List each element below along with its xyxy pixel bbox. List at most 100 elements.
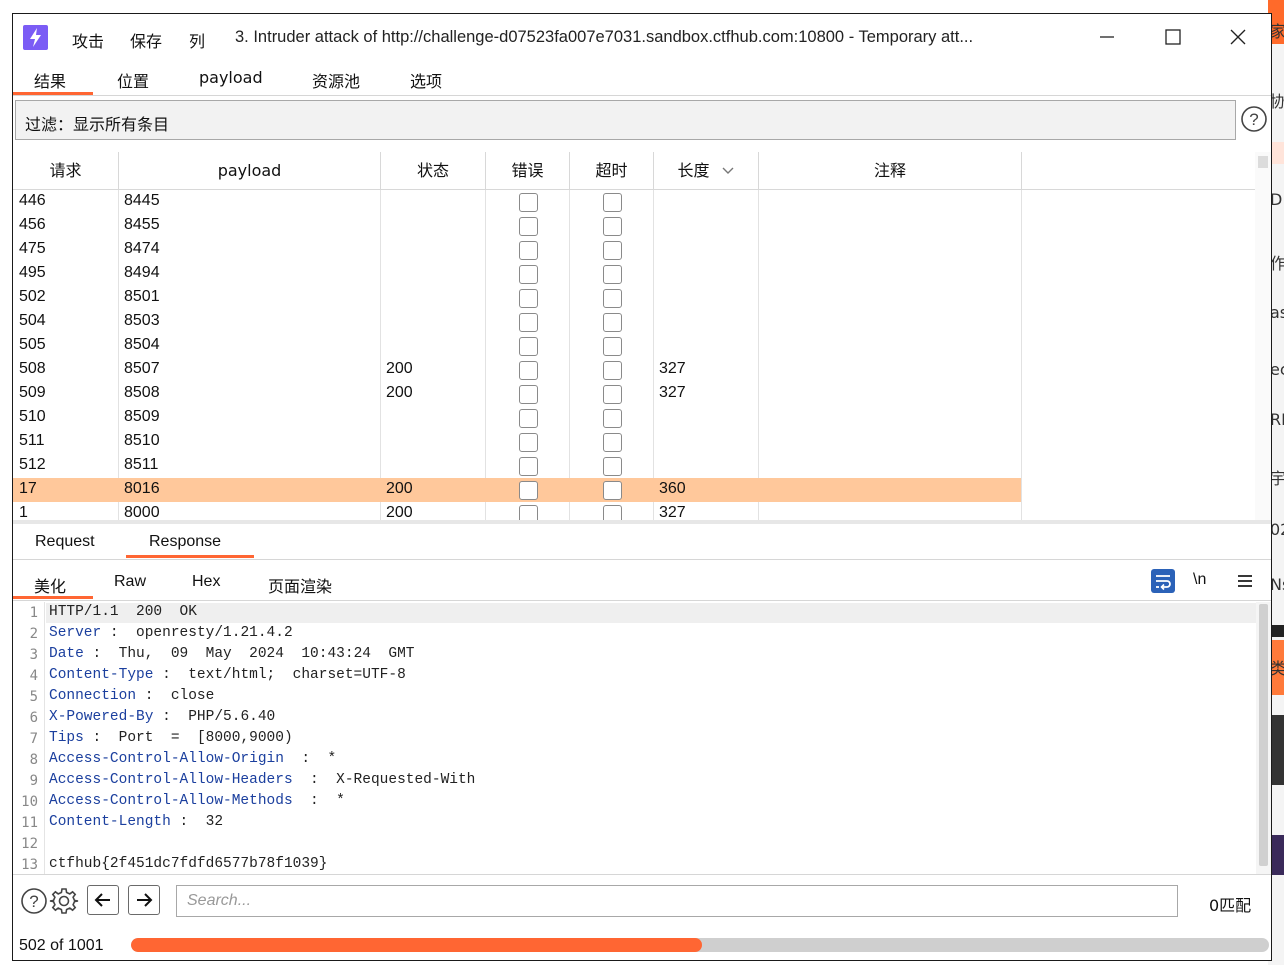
filter-bar[interactable]: 过滤：显示所有条目 <box>15 100 1236 140</box>
column-header-payload[interactable]: payload <box>119 152 381 190</box>
timeout-checkbox[interactable] <box>603 457 622 476</box>
line-number-gutter: 1 2 3 4 5 6 7 8 9 10 11 12 13 <box>13 602 45 874</box>
background-text: as <box>1270 303 1284 322</box>
error-checkbox[interactable] <box>519 289 538 308</box>
column-header-request[interactable]: 请求 <box>13 152 119 190</box>
table-scrollbar-thumb[interactable] <box>1258 156 1268 168</box>
table-scrollbar[interactable] <box>1255 152 1271 520</box>
error-checkbox[interactable] <box>519 457 538 476</box>
timeout-checkbox[interactable] <box>603 385 622 404</box>
column-header-length[interactable]: 长度 <box>654 152 759 190</box>
response-line: HTTP/1.1 200 OK <box>49 604 197 620</box>
word-wrap-button[interactable] <box>1151 569 1175 593</box>
previous-match-button[interactable] <box>87 885 119 915</box>
response-editor[interactable]: 1 2 3 4 5 6 7 8 9 10 11 12 13 HTTP/1.1 200 OK Server … <box>13 602 1271 874</box>
editor-scrollbar[interactable] <box>1256 602 1271 874</box>
tab-options[interactable]: 选项 <box>410 68 442 92</box>
tab-payload[interactable]: payload <box>199 68 263 87</box>
timeout-checkbox[interactable] <box>603 409 622 428</box>
header-separator: : <box>292 793 337 809</box>
tab-results[interactable]: 结果 <box>34 68 66 92</box>
background-text: 协 <box>1270 92 1284 111</box>
maximize-button[interactable] <box>1152 22 1192 52</box>
error-checkbox[interactable] <box>519 481 538 500</box>
timeout-checkbox[interactable] <box>603 337 622 356</box>
error-checkbox[interactable] <box>519 385 538 404</box>
cell-length: 327 <box>659 360 686 377</box>
timeout-checkbox[interactable] <box>603 217 622 236</box>
tab-raw[interactable]: Raw <box>114 573 146 591</box>
column-header-status[interactable]: 状态 <box>381 152 486 190</box>
help-button[interactable]: ? <box>19 886 49 916</box>
line-number: 1 <box>29 605 38 621</box>
table-row[interactable]: 502 8501 <box>13 286 1021 310</box>
tab-hex[interactable]: Hex <box>192 573 220 591</box>
error-checkbox[interactable] <box>519 217 538 236</box>
show-newlines-button[interactable]: \n <box>1193 571 1206 589</box>
tab-pretty[interactable]: 美化 <box>34 573 66 597</box>
tab-response[interactable]: Response <box>149 533 221 551</box>
help-button[interactable]: ? <box>1239 104 1269 134</box>
help-icon: ? <box>1241 106 1267 132</box>
settings-button[interactable] <box>49 886 79 916</box>
progress-bar-fill <box>131 938 702 952</box>
timeout-checkbox[interactable] <box>603 433 622 452</box>
error-checkbox[interactable] <box>519 193 538 212</box>
tab-render[interactable]: 页面渲染 <box>268 573 332 597</box>
column-header-comment[interactable]: 注释 <box>759 152 1022 190</box>
response-line: Connection : close <box>49 688 214 704</box>
editor-menu-button[interactable] <box>1235 571 1255 591</box>
error-checkbox[interactable] <box>519 409 538 428</box>
header-separator: : <box>292 772 337 788</box>
table-row[interactable]: 508 8507 200 327 <box>13 358 1021 382</box>
tab-positions[interactable]: 位置 <box>117 68 149 92</box>
error-checkbox[interactable] <box>519 241 538 260</box>
tab-request[interactable]: Request <box>35 533 95 551</box>
menu-attack[interactable]: 攻击 <box>72 28 104 52</box>
table-row[interactable]: 511 8510 <box>13 430 1021 454</box>
timeout-checkbox[interactable] <box>603 265 622 284</box>
minimize-button[interactable] <box>1086 22 1126 52</box>
error-checkbox[interactable] <box>519 313 538 332</box>
tab-resource-pool[interactable]: 资源池 <box>312 68 360 92</box>
table-row[interactable]: 456 8455 <box>13 214 1021 238</box>
table-row[interactable]: 17 8016 200 360 <box>13 478 1021 502</box>
help-icon: ? <box>21 888 47 914</box>
table-row[interactable]: 446 8445 <box>13 190 1021 214</box>
table-row[interactable]: 504 8503 <box>13 310 1021 334</box>
error-checkbox[interactable] <box>519 337 538 356</box>
timeout-checkbox[interactable] <box>603 241 622 260</box>
error-checkbox[interactable] <box>519 361 538 380</box>
table-row[interactable]: 495 8494 <box>13 262 1021 286</box>
error-checkbox[interactable] <box>519 433 538 452</box>
timeout-checkbox[interactable] <box>603 193 622 212</box>
table-row[interactable]: 475 8474 <box>13 238 1021 262</box>
cell-request: 505 <box>19 336 46 353</box>
table-row[interactable]: 505 8504 <box>13 334 1021 358</box>
search-input[interactable] <box>176 885 1178 917</box>
cell-payload: 8509 <box>124 408 160 425</box>
menu-save[interactable]: 保存 <box>130 28 162 52</box>
timeout-checkbox[interactable] <box>603 289 622 308</box>
table-row[interactable]: 510 8509 <box>13 406 1021 430</box>
timeout-checkbox[interactable] <box>603 313 622 332</box>
timeout-checkbox[interactable] <box>603 361 622 380</box>
timeout-checkbox[interactable] <box>603 481 622 500</box>
timeout-checkbox[interactable] <box>603 505 622 520</box>
editor-scrollbar-thumb[interactable] <box>1259 604 1268 866</box>
column-header-error[interactable]: 错误 <box>486 152 570 190</box>
table-row[interactable]: 512 8511 <box>13 454 1021 478</box>
cell-payload: 8507 <box>124 360 160 377</box>
line-number: 11 <box>21 815 38 831</box>
close-button[interactable] <box>1218 22 1258 52</box>
menu-columns[interactable]: 列 <box>189 28 205 52</box>
next-match-button[interactable] <box>128 885 160 915</box>
response-line: Access-Control-Allow-Origin : * <box>49 751 336 767</box>
table-row[interactable]: 509 8508 200 327 <box>13 382 1021 406</box>
column-header-timeout[interactable]: 超时 <box>570 152 654 190</box>
table-row[interactable]: 1 8000 200 327 <box>13 502 1021 520</box>
header-separator: : <box>83 730 119 746</box>
cell-status: 200 <box>386 480 413 497</box>
error-checkbox[interactable] <box>519 505 538 520</box>
error-checkbox[interactable] <box>519 265 538 284</box>
